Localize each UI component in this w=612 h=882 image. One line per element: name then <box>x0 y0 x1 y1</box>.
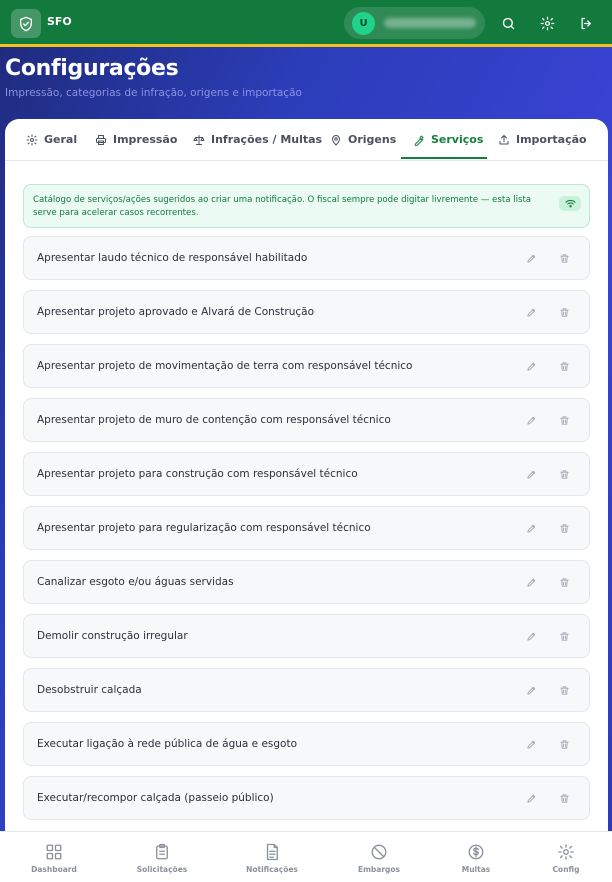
tab-label: Serviços <box>431 133 484 146</box>
info-notice: Catálogo de serviços/ações sugeridos ao … <box>23 184 590 228</box>
nav-label: Config <box>552 865 580 874</box>
scale-icon <box>193 134 205 145</box>
list-item: Executar/recompor calçada (passeio públi… <box>23 776 590 820</box>
service-label: Apresentar projeto para construção com r… <box>37 468 358 480</box>
trash-icon[interactable] <box>557 737 571 751</box>
gear-icon <box>558 844 574 860</box>
upload-icon <box>499 134 509 144</box>
pencil-icon[interactable] <box>524 521 538 535</box>
pencil-icon[interactable] <box>524 791 538 805</box>
service-label: Apresentar projeto aprovado e Alvará de … <box>37 306 314 318</box>
nav-dashboard[interactable]: Dashboard <box>14 832 94 882</box>
service-label: Executar/recompor calçada (passeio públi… <box>37 792 274 804</box>
logout-icon[interactable] <box>576 13 596 33</box>
tab-label: Infrações / Multas <box>211 133 323 146</box>
list-item: Desobstruir calçada <box>23 668 590 712</box>
trash-icon[interactable] <box>557 791 571 805</box>
pencil-icon[interactable] <box>524 629 538 643</box>
service-label: Apresentar projeto para regularização co… <box>37 522 371 534</box>
pencil-icon[interactable] <box>524 305 538 319</box>
gear-icon <box>26 134 38 145</box>
trash-icon[interactable] <box>557 521 571 535</box>
settings-card: Geral Impressão Infrações / Multas Orige… <box>5 119 608 831</box>
service-label: Demolir construção irregular <box>37 630 188 642</box>
nav-multas[interactable]: Multas <box>436 832 516 882</box>
nav-embargos[interactable]: Embargos <box>339 832 419 882</box>
nav-notificacoes[interactable]: Notificações <box>232 832 312 882</box>
list-item: Apresentar projeto para regularização co… <box>23 506 590 550</box>
trash-icon[interactable] <box>557 467 571 481</box>
nav-solicitacoes[interactable]: Solicitações <box>122 832 202 882</box>
trash-icon[interactable] <box>557 683 571 697</box>
pencil-icon[interactable] <box>524 737 538 751</box>
pencil-icon[interactable] <box>524 251 538 265</box>
wrench-icon <box>414 135 424 146</box>
page-title: Configurações <box>5 56 179 81</box>
list-item: Canalizar esgoto e/ou águas servidas <box>23 560 590 604</box>
list-item: Apresentar projeto de movimentação de te… <box>23 344 590 388</box>
list-item: Apresentar laudo técnico de responsável … <box>23 236 590 280</box>
service-label: Apresentar laudo técnico de responsável … <box>37 252 308 264</box>
notice-text: Catálogo de serviços/ações sugeridos ao … <box>33 195 532 218</box>
nav-label: Dashboard <box>31 865 77 874</box>
settings-gear-icon[interactable] <box>537 13 557 33</box>
clipboard-icon <box>156 843 168 860</box>
list-item: Demolir construção irregular <box>23 614 590 658</box>
list-item: Apresentar projeto para construção com r… <box>23 452 590 496</box>
trash-icon[interactable] <box>557 575 571 589</box>
app-name: SFO <box>47 15 72 28</box>
tab-label: Impressão <box>113 133 178 146</box>
active-tab-indicator <box>401 157 487 159</box>
list-item: Executar ligação à rede pública de água … <box>23 722 590 766</box>
map-pin-icon <box>332 134 340 145</box>
service-label: Desobstruir calçada <box>37 684 142 696</box>
trash-icon[interactable] <box>557 359 571 373</box>
tab-infracoes-multas[interactable]: Infrações / Multas <box>193 119 322 160</box>
pencil-icon[interactable] <box>524 683 538 697</box>
tab-geral[interactable]: Geral <box>26 119 77 160</box>
search-icon[interactable] <box>498 13 518 33</box>
trash-icon[interactable] <box>557 305 571 319</box>
tab-bar: Geral Impressão Infrações / Multas Orige… <box>5 119 608 161</box>
shield-logo-icon[interactable] <box>11 9 41 38</box>
service-label: Executar ligação à rede pública de água … <box>37 738 298 750</box>
nav-label: Notificações <box>246 865 298 874</box>
avatar: U <box>352 12 375 35</box>
services-list: Apresentar laudo técnico de responsável … <box>23 236 590 830</box>
pencil-icon[interactable] <box>524 413 538 427</box>
tab-impressao[interactable]: Impressão <box>95 119 177 160</box>
bottom-nav: Dashboard Solicitações Notificações Emba… <box>0 831 612 882</box>
dashboard-icon <box>46 844 62 860</box>
page-subtitle: Impressão, categorias de infração, orige… <box>5 87 302 99</box>
trash-icon[interactable] <box>557 251 571 265</box>
user-name-redacted <box>384 18 476 28</box>
list-item: Apresentar projeto aprovado e Alvará de … <box>23 290 590 334</box>
document-icon <box>266 843 278 861</box>
dollar-icon <box>468 844 484 860</box>
nav-label: Embargos <box>357 865 401 874</box>
user-menu-button[interactable]: U <box>344 7 485 39</box>
trash-icon[interactable] <box>557 629 571 643</box>
nav-label: Multas <box>461 865 491 874</box>
tab-origens[interactable]: Origens <box>330 119 396 160</box>
list-item: Apresentar projeto de muro de contenção … <box>23 398 590 442</box>
pencil-icon[interactable] <box>524 575 538 589</box>
tab-label: Origens <box>348 133 397 146</box>
pencil-icon[interactable] <box>524 467 538 481</box>
service-label: Apresentar projeto de movimentação de te… <box>37 360 413 372</box>
nav-label: Solicitações <box>136 865 188 874</box>
top-bar: SFO U <box>0 0 612 47</box>
tab-label: Geral <box>44 133 78 146</box>
tab-servicos[interactable]: Serviços <box>413 119 483 160</box>
nav-config[interactable]: Config <box>526 832 606 882</box>
printer-icon <box>96 134 106 145</box>
service-label: Apresentar projeto de muro de contenção … <box>37 414 391 426</box>
wifi-icon[interactable] <box>559 196 581 211</box>
service-label: Canalizar esgoto e/ou águas servidas <box>37 576 234 588</box>
pencil-icon[interactable] <box>524 359 538 373</box>
tab-label: Importação <box>516 133 587 146</box>
trash-icon[interactable] <box>557 413 571 427</box>
ban-icon <box>371 844 387 860</box>
tab-importacao[interactable]: Importação <box>498 119 587 160</box>
